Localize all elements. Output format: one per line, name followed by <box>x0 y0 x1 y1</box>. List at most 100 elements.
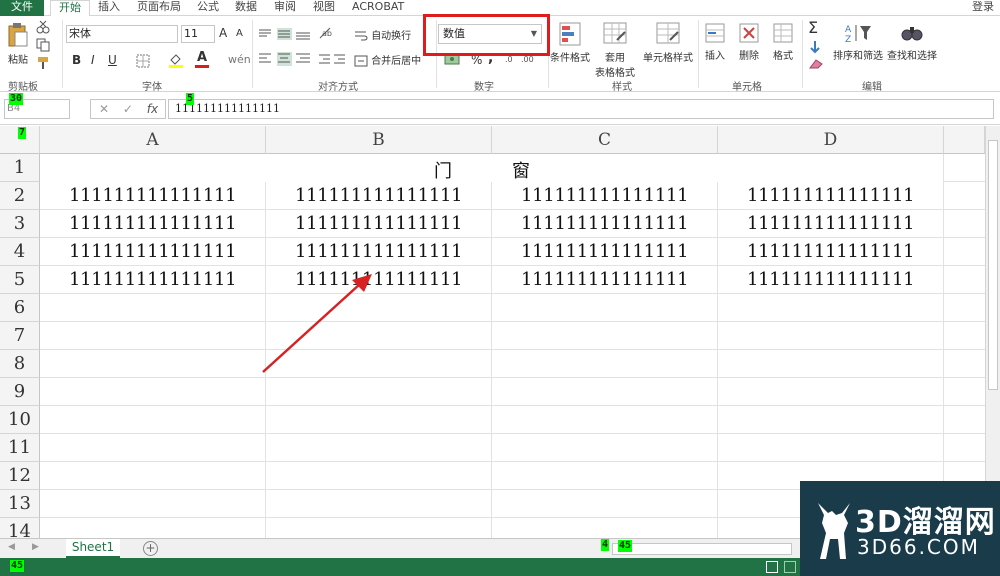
alignment-group-label: 对齐方式 <box>318 82 358 93</box>
border-icon[interactable] <box>136 54 150 71</box>
sort-filter-button[interactable]: AZ 排序和筛选 <box>832 22 884 62</box>
bold-button[interactable]: B <box>72 53 81 67</box>
number-group-label: 数字 <box>474 82 494 93</box>
delete-cells-button[interactable]: 删除 <box>736 22 762 62</box>
formula-buttons: ✕ ✓ fx <box>90 99 166 119</box>
font-color-swatch <box>195 65 209 68</box>
tab-data[interactable]: 数据 <box>235 0 257 16</box>
format-painter-icon[interactable] <box>36 56 50 73</box>
cell-styles-button[interactable]: 单元格样式 <box>640 22 696 64</box>
wrap-text-icon <box>355 31 368 41</box>
clear-icon[interactable] <box>808 58 824 73</box>
conditional-format-button[interactable]: 条件格式 <box>550 22 590 64</box>
tab-acrobat[interactable]: ACROBAT <box>352 0 404 16</box>
scrollbar-thumb[interactable] <box>988 140 998 390</box>
overlay-mark: 30 <box>9 93 24 105</box>
svg-text:.00: .00 <box>521 55 534 64</box>
find-icon <box>901 27 923 41</box>
tab-view[interactable]: 视图 <box>313 0 335 16</box>
worksheet-grid: A B C D 1 2 3 4 5 6 7 8 9 10 11 12 13 14… <box>0 126 985 538</box>
format-cells-icon <box>773 23 793 43</box>
insert-cells-label: 插入 <box>705 51 725 62</box>
sort-filter-label: 排序和筛选 <box>833 51 883 62</box>
shrink-font-button[interactable]: A <box>236 28 243 39</box>
format-as-table-button[interactable]: 套用 表格格式 <box>592 22 638 79</box>
tab-file[interactable]: 文件 <box>0 0 44 16</box>
login-link[interactable]: 登录 <box>972 0 994 14</box>
indent-icon[interactable] <box>318 53 346 68</box>
annotation-arrow-icon <box>262 274 372 373</box>
tab-insert[interactable]: 插入 <box>98 0 120 16</box>
format-as-table-label-1: 套用 <box>605 53 625 64</box>
tab-home[interactable]: 开始 <box>50 0 90 17</box>
divider <box>252 20 253 88</box>
overlay-mark: 4 <box>601 539 610 551</box>
find-select-button[interactable]: 查找和选择 <box>886 22 938 62</box>
format-as-table-icon <box>603 22 627 44</box>
insert-function-icon[interactable]: fx <box>147 102 158 116</box>
delete-cells-icon <box>739 23 759 43</box>
copy-icon[interactable] <box>36 38 50 55</box>
overlay-mark: 45 <box>618 540 633 552</box>
grow-font-button[interactable]: A <box>219 26 227 40</box>
sort-filter-icon: AZ <box>845 25 871 45</box>
formula-input[interactable]: 111111111111111 <box>168 99 994 119</box>
paste-button[interactable]: 粘贴 <box>4 22 32 66</box>
divider <box>802 20 803 88</box>
vertical-scrollbar[interactable] <box>985 126 1000 538</box>
wrap-text-button[interactable]: 自动换行 <box>354 27 411 42</box>
prev-sheet-icon[interactable]: ◀ <box>8 542 15 552</box>
cell-styles-label: 单元格样式 <box>643 53 693 64</box>
conditional-format-icon <box>559 22 581 46</box>
overlay-mark: 5 <box>186 93 195 105</box>
fill-icon[interactable] <box>808 40 822 57</box>
horizontal-scrollbar[interactable] <box>612 543 792 555</box>
font-name-select[interactable]: 宋体 <box>66 25 178 43</box>
watermark-subtext: 3D66.COM <box>857 535 980 559</box>
find-select-label: 查找和选择 <box>887 51 937 62</box>
font-color-letter: A <box>196 50 208 65</box>
delete-cells-label: 删除 <box>739 51 759 62</box>
autosum-button[interactable]: Σ <box>808 18 818 37</box>
insert-cells-icon <box>705 23 725 43</box>
underline-button[interactable]: U <box>108 53 117 67</box>
font-color-button[interactable]: A <box>195 50 209 68</box>
orientation-icon[interactable]: ab <box>318 26 336 43</box>
svg-text:Z: Z <box>845 35 851 44</box>
editing-group-label: 编辑 <box>862 82 882 93</box>
cut-icon[interactable] <box>36 20 50 37</box>
align-top-icon[interactable] <box>258 28 312 43</box>
styles-group-label: 样式 <box>612 82 632 93</box>
font-size-select[interactable]: 11 <box>181 25 215 43</box>
paste-label: 粘贴 <box>8 55 28 66</box>
overlay-mark: 7 <box>18 127 27 139</box>
tab-formulas[interactable]: 公式 <box>197 0 219 16</box>
svg-text:.0: .0 <box>505 55 513 64</box>
enter-icon[interactable]: ✓ <box>123 102 133 116</box>
fill-color-icon[interactable] <box>168 52 184 71</box>
italic-button[interactable]: I <box>91 53 95 67</box>
format-cells-label: 格式 <box>773 51 793 62</box>
cancel-icon[interactable]: ✕ <box>99 102 109 116</box>
next-sheet-icon[interactable]: ▶ <box>32 542 39 552</box>
deer-logo-icon <box>818 503 850 559</box>
conditional-format-label: 条件格式 <box>550 53 590 64</box>
align-left-icon[interactable] <box>258 52 312 69</box>
add-sheet-button[interactable]: + <box>143 541 158 556</box>
merge-center-button[interactable]: 合并后居中 <box>354 52 421 67</box>
font-group-label: 字体 <box>142 82 162 93</box>
insert-cells-button[interactable]: 插入 <box>702 22 728 62</box>
phonetic-icon[interactable]: wén <box>228 53 251 66</box>
tab-review[interactable]: 审阅 <box>274 0 296 16</box>
format-cells-button[interactable]: 格式 <box>770 22 796 62</box>
format-as-table-label-2: 表格格式 <box>595 68 635 79</box>
paste-icon <box>8 23 28 47</box>
svg-text:A: A <box>845 25 852 35</box>
merge-center-label: 合并后居中 <box>371 56 422 67</box>
number-format-highlight <box>423 14 550 56</box>
tab-page-layout[interactable]: 页面布局 <box>137 0 181 16</box>
page-layout-view-icon[interactable] <box>784 561 796 573</box>
sheet-tab-sheet1[interactable]: Sheet1 <box>66 539 120 558</box>
normal-view-icon[interactable] <box>766 561 778 573</box>
clipboard-group-label: 剪贴板 <box>8 82 38 93</box>
